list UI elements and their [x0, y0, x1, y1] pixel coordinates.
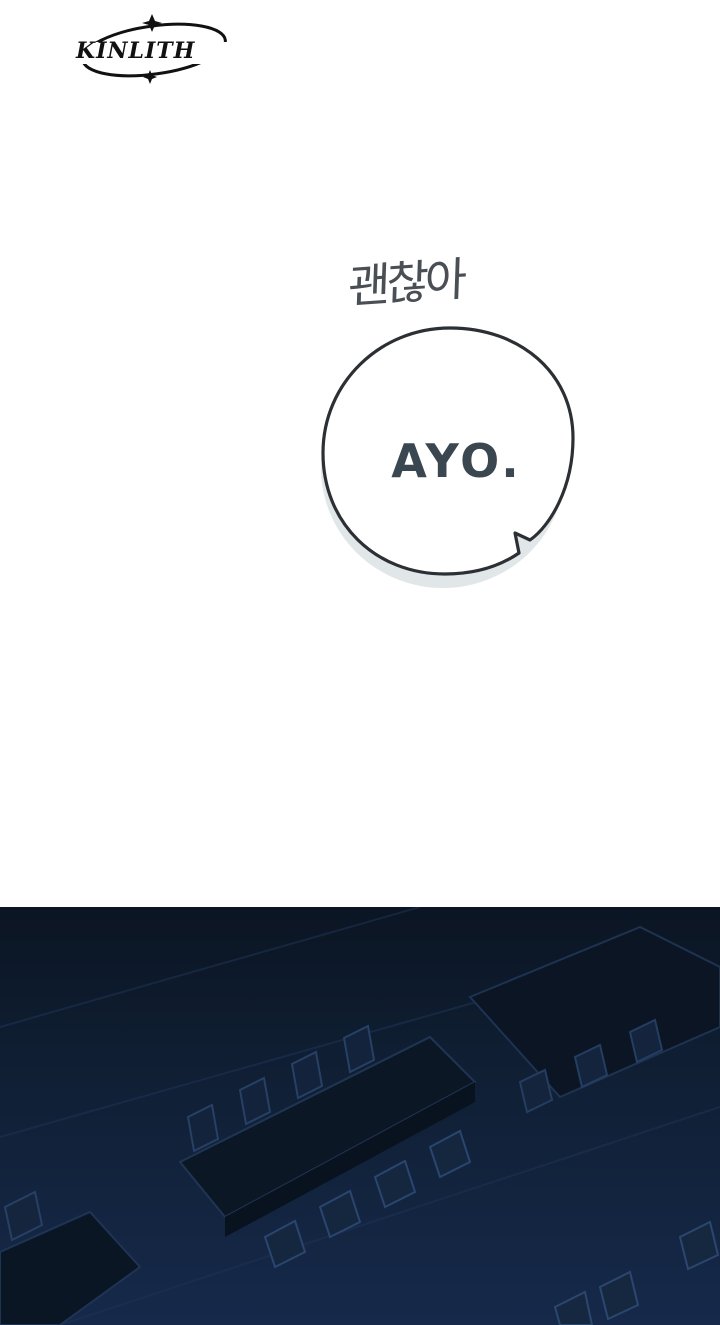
classroom-panel — [0, 907, 720, 1325]
classroom-desks-illustration — [0, 907, 720, 1325]
logo-text: KINLITH — [76, 38, 196, 64]
bubble-text: AYO. — [391, 434, 522, 488]
kinlith-logo: KINLITH — [70, 12, 240, 92]
desk-right — [468, 925, 720, 1114]
speech-bubble: AYO. — [305, 318, 595, 608]
webtoon-page: KINLITH 괜찮아 AYO. — [0, 0, 720, 1325]
korean-sfx-text: 괜찮아 — [347, 251, 464, 315]
